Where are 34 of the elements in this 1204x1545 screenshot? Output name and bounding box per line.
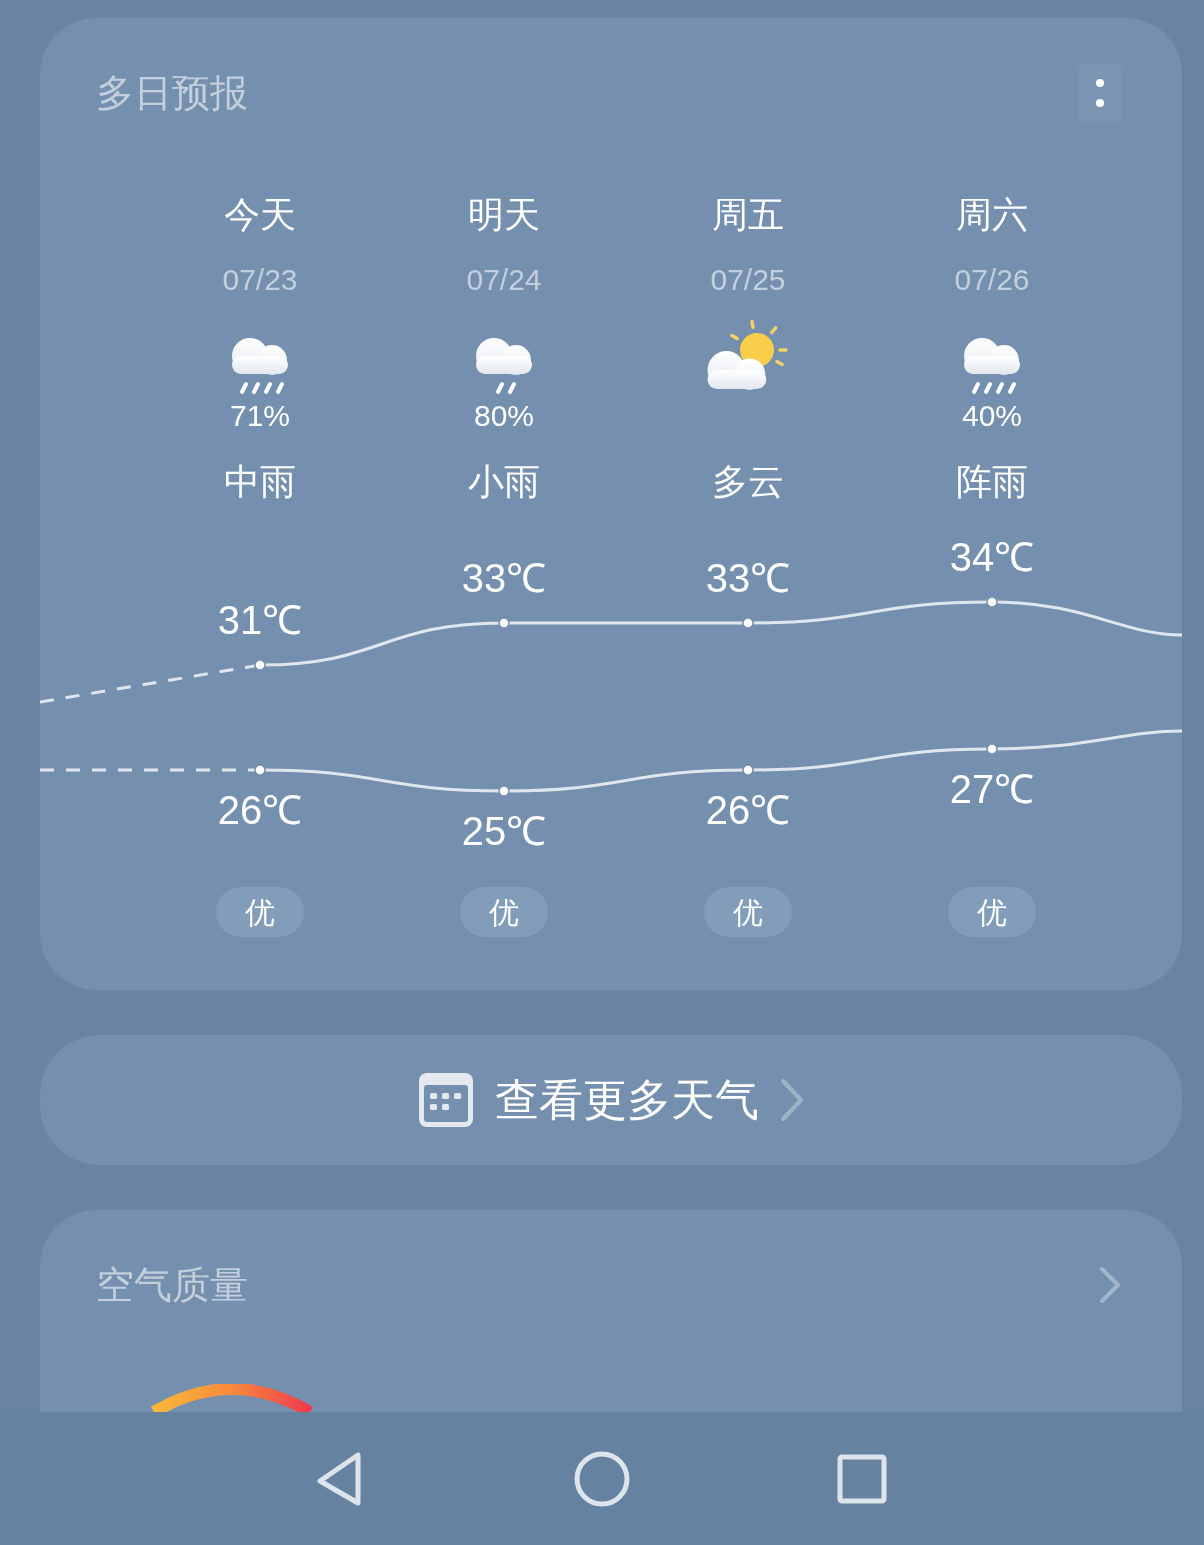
low-temperature: 27℃ <box>948 766 1036 813</box>
more-options-icon[interactable] <box>1078 63 1122 123</box>
date-label: 07/26 <box>954 262 1030 298</box>
weather-condition: 多云 <box>712 460 784 504</box>
day-label: 今天 <box>224 193 296 237</box>
low-temperature: 26℃ <box>704 787 792 834</box>
air-quality-badge: 优 <box>460 887 548 937</box>
date-label: 07/23 <box>222 262 298 298</box>
chevron-right-icon <box>779 1077 805 1123</box>
high-temperature: 33℃ <box>460 555 548 602</box>
day-label: 周六 <box>956 193 1028 237</box>
weather-condition: 中雨 <box>224 460 296 504</box>
chevron-right-icon[interactable] <box>1098 1265 1122 1305</box>
day-label: 周五 <box>712 193 784 237</box>
high-temperature: 34℃ <box>948 534 1036 581</box>
high-temperature: 33℃ <box>704 555 792 602</box>
low-temperature: 25℃ <box>460 808 548 855</box>
date-label: 07/24 <box>466 262 542 298</box>
air-quality-badge: 优 <box>216 887 304 937</box>
day-label: 明天 <box>468 193 540 237</box>
air-quality-badge: 优 <box>704 887 792 937</box>
calendar-icon <box>417 1071 475 1129</box>
date-label: 07/25 <box>710 262 786 298</box>
precipitation-chance: 80% <box>473 398 534 434</box>
low-temperature: 26℃ <box>216 787 304 834</box>
precipitation-chance: 40% <box>961 398 1022 434</box>
weather-condition: 小雨 <box>468 460 540 504</box>
more-weather-button[interactable]: 查看更多天气 <box>40 1035 1182 1165</box>
card-title: 多日预报 <box>96 70 248 116</box>
air-quality-badge: 优 <box>948 887 1036 937</box>
card-title: 空气质量 <box>96 1262 248 1308</box>
weather-condition: 阵雨 <box>956 460 1028 504</box>
precipitation-chance: 71% <box>229 398 290 434</box>
high-temperature: 31℃ <box>216 597 304 644</box>
